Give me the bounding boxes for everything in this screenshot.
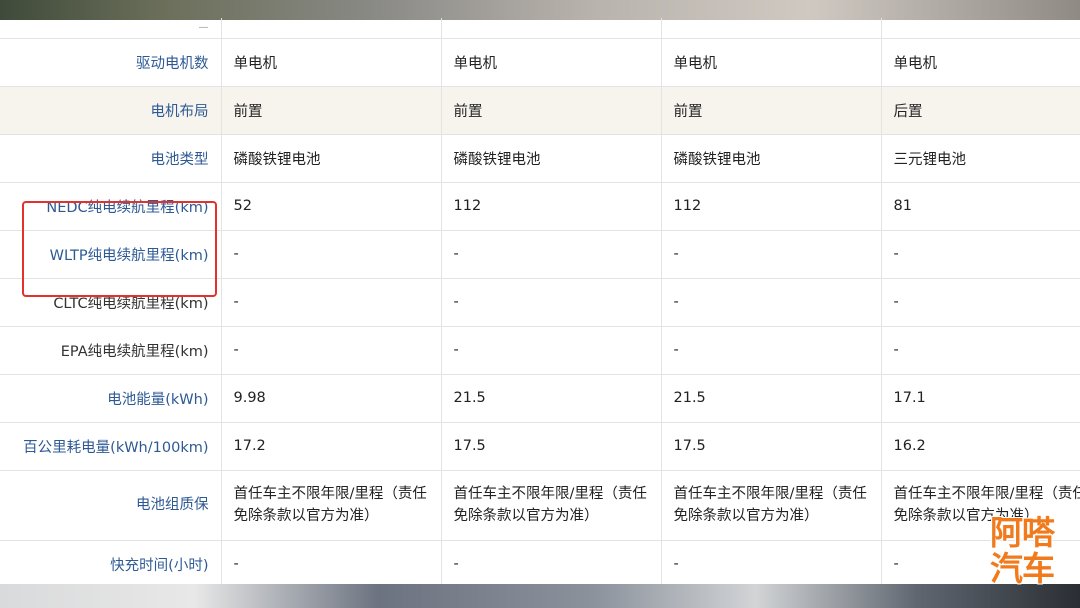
table-cell: - [221, 326, 442, 375]
table-cell: 磷酸铁锂电池 [441, 134, 662, 183]
table-cell-label: WLTP纯电续航里程(km) [0, 230, 222, 279]
table-cell: 首任车主不限年限/里程（责任免除条款以官方为准） [441, 470, 662, 541]
table-cell: 首任车主不限年限/里程（责任免除条款以官方为准） [221, 470, 442, 541]
table-cell [441, 18, 662, 39]
table-cell [221, 18, 442, 39]
table-cell-label: 电机布局 [0, 86, 222, 135]
table-cell-label: 驱动电机数 [0, 38, 222, 87]
table-cell-label: EPA纯电续航里程(km) [0, 326, 222, 375]
table-cell: 17.5 [441, 422, 662, 471]
table-row: EPA纯电续航里程(km) - - - - [0, 326, 1080, 375]
table-row: 电机布局 前置 前置 前置 后置 [0, 86, 1080, 135]
table-cell-label: 快充时间(小时) [0, 540, 222, 589]
screenshot-frame: — 驱动电机数 单电机 单电机 单电机 单电机 电机布局 前置 前置 前置 后置 电池类型 磷酸铁锂电… [0, 0, 1080, 608]
background-photo-bottom [0, 584, 1080, 608]
table-cell-label: 百公里耗电量(kWh/100km) [0, 422, 222, 471]
table-cell-label: 电池能量(kWh) [0, 374, 222, 423]
table-cell: 单电机 [881, 38, 1080, 87]
spec-sheet: — 驱动电机数 单电机 单电机 单电机 单电机 电机布局 前置 前置 前置 后置 电池类型 磷酸铁锂电… [0, 18, 1080, 589]
spec-table-body: — 驱动电机数 单电机 单电机 单电机 单电机 电机布局 前置 前置 前置 后置 电池类型 磷酸铁锂电… [0, 18, 1080, 589]
table-cell: - [661, 278, 882, 327]
table-cell: - [661, 326, 882, 375]
table-cell: 21.5 [661, 374, 882, 423]
table-cell: - [441, 326, 662, 375]
table-cell: 112 [661, 182, 882, 231]
table-cell: - [881, 230, 1080, 279]
table-cell: - [221, 278, 442, 327]
table-cell: 单电机 [661, 38, 882, 87]
table-cell [881, 18, 1080, 39]
table-row: 驱动电机数 单电机 单电机 单电机 单电机 [0, 38, 1080, 87]
table-cell-label: 电池类型 [0, 134, 222, 183]
table-cell: 16.2 [881, 422, 1080, 471]
table-cell: 17.1 [881, 374, 1080, 423]
table-row: 电池能量(kWh) 9.98 21.5 21.5 17.1 [0, 374, 1080, 423]
spec-table: — 驱动电机数 单电机 单电机 单电机 单电机 电机布局 前置 前置 前置 后置 电池类型 磷酸铁锂电… [0, 18, 1080, 589]
logo-line-2: 汽车 [990, 549, 1055, 588]
table-cell: - [441, 540, 662, 589]
table-row: NEDC纯电续航里程(km) 52 112 112 81 [0, 182, 1080, 231]
table-cell: 后置 [881, 86, 1080, 135]
table-cell-label: CLTC纯电续航里程(km) [0, 278, 222, 327]
table-cell: 前置 [441, 86, 662, 135]
table-cell: - [441, 230, 662, 279]
table-row: CLTC纯电续航里程(km) - - - - [0, 278, 1080, 327]
table-cell: 112 [441, 182, 662, 231]
table-cell: 单电机 [441, 38, 662, 87]
table-cell: 三元锂电池 [881, 134, 1080, 183]
table-cell: 首任车主不限年限/里程（责任免除条款以官方为准） [661, 470, 882, 541]
table-cell: 52 [221, 182, 442, 231]
table-cell: - [881, 326, 1080, 375]
table-cell: 磷酸铁锂电池 [661, 134, 882, 183]
table-cell: - [661, 540, 882, 589]
table-cell: 21.5 [441, 374, 662, 423]
table-cell: 前置 [221, 86, 442, 135]
table-cell: - [441, 278, 662, 327]
table-row: 电池类型 磷酸铁锂电池 磷酸铁锂电池 磷酸铁锂电池 三元锂电池 [0, 134, 1080, 183]
table-cell: 9.98 [221, 374, 442, 423]
watermark-logo: 阿嗒 汽车 [984, 515, 1060, 587]
table-row-cut: — [0, 18, 1080, 39]
table-cell: - [221, 540, 442, 589]
table-row: 百公里耗电量(kWh/100km) 17.2 17.5 17.5 16.2 [0, 422, 1080, 471]
table-row: 快充时间(小时) - - - - [0, 540, 1080, 589]
table-cell-label: 电池组质保 [0, 470, 222, 541]
table-cell: 17.2 [221, 422, 442, 471]
table-cell: - [661, 230, 882, 279]
table-cell: 81 [881, 182, 1080, 231]
table-cell: 磷酸铁锂电池 [221, 134, 442, 183]
table-cell: 单电机 [221, 38, 442, 87]
table-row: 电池组质保 首任车主不限年限/里程（责任免除条款以官方为准） 首任车主不限年限/里程… [0, 470, 1080, 541]
table-cell: 17.5 [661, 422, 882, 471]
table-row: WLTP纯电续航里程(km) - - - - [0, 230, 1080, 279]
table-cell [661, 18, 882, 39]
table-cell: - [221, 230, 442, 279]
logo-line-1: 阿嗒 [990, 513, 1055, 552]
table-cell: 前置 [661, 86, 882, 135]
table-cell-label: — [0, 18, 222, 39]
table-cell: - [881, 278, 1080, 327]
table-cell-label: NEDC纯电续航里程(km) [0, 182, 222, 231]
